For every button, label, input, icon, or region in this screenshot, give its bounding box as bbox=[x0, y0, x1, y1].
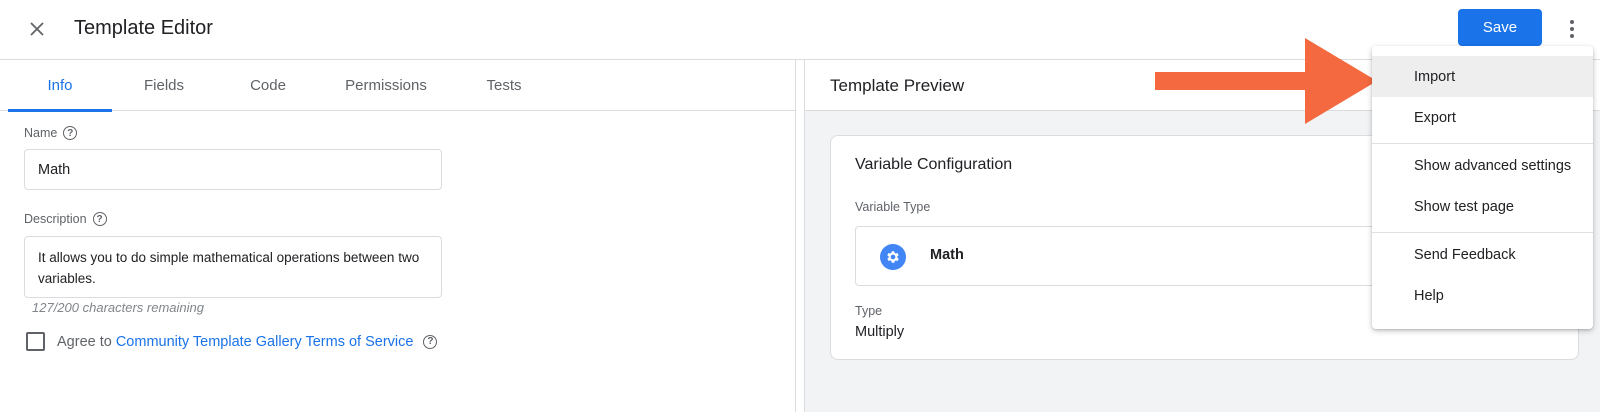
menu-item-advanced-settings[interactable]: Show advanced settings bbox=[1372, 145, 1593, 186]
menu-item-export[interactable]: Export bbox=[1372, 97, 1593, 138]
type-value: Multiply bbox=[855, 324, 905, 340]
tab-info[interactable]: Info bbox=[8, 60, 112, 112]
variable-type-label: Variable Type bbox=[855, 200, 931, 214]
tab-tests[interactable]: Tests bbox=[456, 60, 552, 111]
close-button[interactable] bbox=[22, 14, 52, 44]
description-textarea[interactable]: It allows you to do simple mathematical … bbox=[24, 236, 442, 298]
page-title: Template Editor bbox=[74, 17, 213, 39]
name-input-value: Math bbox=[38, 161, 71, 178]
menu-item-help[interactable]: Help bbox=[1372, 275, 1593, 316]
agree-prefix: Agree to bbox=[57, 333, 112, 350]
more-options-menu: Import Export Show advanced settings Sho… bbox=[1372, 46, 1593, 329]
tab-bar: Info Fields Code Permissions Tests bbox=[0, 60, 796, 112]
editor-panel: Info Fields Code Permissions Tests Name … bbox=[0, 60, 796, 412]
menu-item-import[interactable]: Import bbox=[1372, 56, 1593, 97]
tab-fields[interactable]: Fields bbox=[112, 60, 216, 111]
terms-link[interactable]: Community Template Gallery Terms of Serv… bbox=[116, 334, 414, 350]
char-counter: 127/200 characters remaining bbox=[32, 300, 204, 315]
tab-permissions[interactable]: Permissions bbox=[326, 60, 446, 111]
menu-item-send-feedback[interactable]: Send Feedback bbox=[1372, 234, 1593, 275]
tab-code[interactable]: Code bbox=[216, 60, 320, 111]
save-button[interactable]: Save bbox=[1458, 9, 1542, 46]
menu-item-test-page[interactable]: Show test page bbox=[1372, 186, 1593, 227]
menu-divider bbox=[1372, 232, 1593, 233]
variable-type-name: Math bbox=[930, 247, 964, 263]
agree-checkbox[interactable] bbox=[26, 332, 45, 351]
name-label: Name ? bbox=[24, 126, 78, 140]
name-label-text: Name bbox=[24, 126, 58, 140]
help-icon[interactable]: ? bbox=[63, 126, 78, 140]
description-label-text: Description bbox=[24, 212, 87, 226]
help-icon[interactable]: ? bbox=[92, 212, 107, 226]
card-title: Variable Configuration bbox=[855, 156, 1013, 173]
preview-title: Template Preview bbox=[830, 76, 965, 95]
close-icon bbox=[30, 22, 44, 36]
gear-icon bbox=[880, 244, 906, 270]
help-icon[interactable]: ? bbox=[423, 334, 438, 349]
menu-divider bbox=[1372, 143, 1593, 144]
arrow-annotation-icon bbox=[1155, 38, 1377, 124]
name-input[interactable]: Math bbox=[24, 149, 442, 190]
template-editor-window: Template Editor Save Info Fields Code Pe… bbox=[0, 0, 1600, 412]
description-label: Description ? bbox=[24, 212, 107, 226]
agree-row: Agree to Community Template Gallery Term… bbox=[26, 332, 438, 351]
more-vert-icon[interactable] bbox=[1562, 14, 1582, 44]
type-label: Type bbox=[855, 304, 883, 318]
